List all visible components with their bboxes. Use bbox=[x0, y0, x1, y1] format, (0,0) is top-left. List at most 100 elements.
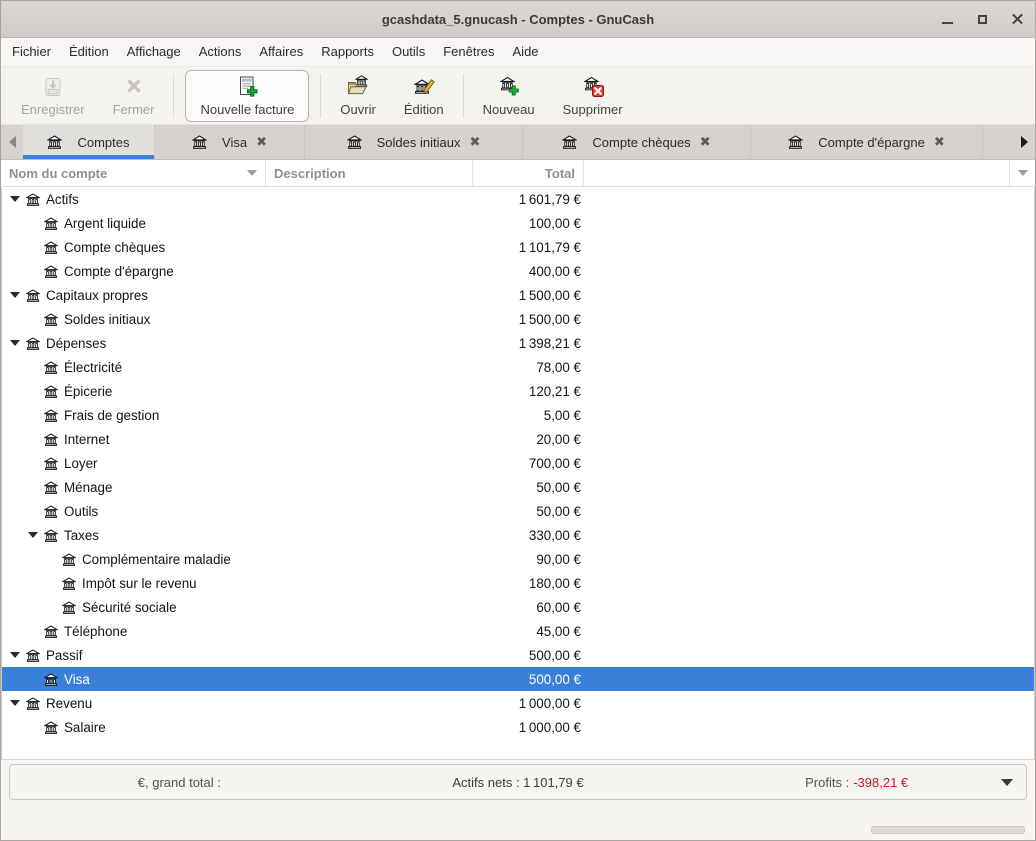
minimize-icon[interactable] bbox=[938, 10, 957, 29]
menu-fichier[interactable]: Fichier bbox=[3, 38, 60, 66]
tab-close-icon[interactable]: ✖ bbox=[469, 134, 480, 150]
titlebar[interactable]: gcashdata_5.gnucash - Comptes - GnuCash bbox=[1, 1, 1035, 38]
account-row[interactable]: Sécurité sociale60,00 € bbox=[2, 595, 1034, 619]
menu-affichage[interactable]: Affichage bbox=[118, 38, 190, 66]
tab-scroll-left[interactable] bbox=[1, 125, 23, 159]
gnucash-window: gcashdata_5.gnucash - Comptes - GnuCash … bbox=[0, 0, 1036, 841]
new-account-button[interactable]: Nouveau bbox=[469, 71, 549, 121]
account-row[interactable]: Argent liquide100,00 € bbox=[2, 211, 1034, 235]
menu-actions[interactable]: Actions bbox=[190, 38, 251, 66]
summary-bar[interactable]: €, grand total : Actifs nets : 1 101,79 … bbox=[9, 764, 1027, 800]
bank-icon bbox=[26, 289, 40, 302]
expander-icon[interactable] bbox=[10, 700, 20, 706]
menu-fenetres[interactable]: Fenêtres bbox=[434, 38, 503, 66]
account-row[interactable]: Électricité78,00 € bbox=[2, 355, 1034, 379]
account-row[interactable]: Outils50,00 € bbox=[2, 499, 1034, 523]
save-icon bbox=[41, 75, 65, 99]
menu-rapports[interactable]: Rapports bbox=[312, 38, 383, 66]
expander-icon[interactable] bbox=[28, 532, 38, 538]
tab-soldes-initiaux[interactable]: Soldes initiaux ✖ bbox=[305, 125, 523, 159]
open-account-button[interactable]: Ouvrir bbox=[326, 71, 389, 121]
menu-outils[interactable]: Outils bbox=[383, 38, 434, 66]
account-row[interactable]: Capitaux propres1 500,00 € bbox=[2, 283, 1034, 307]
expander-icon[interactable] bbox=[10, 340, 20, 346]
tab-scroll-right[interactable] bbox=[1013, 125, 1035, 159]
account-name: Visa bbox=[64, 672, 90, 687]
chevron-down-icon[interactable] bbox=[1001, 779, 1013, 786]
toolbar-button-label: Édition bbox=[404, 102, 444, 117]
tab-compte-epargne[interactable]: Compte d'épargne ✖ bbox=[751, 125, 983, 159]
bank-icon bbox=[788, 135, 803, 149]
account-row[interactable]: Actifs1 601,79 € bbox=[2, 187, 1034, 211]
bank-icon bbox=[44, 433, 58, 446]
account-row[interactable]: Compte d'épargne400,00 € bbox=[2, 259, 1034, 283]
column-header-filler bbox=[584, 160, 1009, 186]
bank-icon bbox=[347, 135, 362, 149]
account-row[interactable]: Compte chèques1 101,79 € bbox=[2, 235, 1034, 259]
account-total: 20,00 € bbox=[536, 432, 581, 447]
bank-icon bbox=[44, 625, 58, 638]
account-row[interactable]: Téléphone45,00 € bbox=[2, 619, 1034, 643]
tab-close-icon[interactable]: ✖ bbox=[700, 134, 711, 150]
tab-visa[interactable]: Visa ✖ bbox=[155, 125, 305, 159]
account-name: Taxes bbox=[64, 528, 99, 543]
tab-comptes[interactable]: Comptes bbox=[23, 125, 155, 159]
edit-account-button[interactable]: Édition bbox=[390, 71, 458, 121]
bank-icon bbox=[44, 529, 58, 542]
account-row[interactable]: Dépenses1 398,21 € bbox=[2, 331, 1034, 355]
account-row[interactable]: Taxes330,00 € bbox=[2, 523, 1034, 547]
account-name: Soldes initiaux bbox=[64, 312, 150, 327]
tab-close-icon[interactable]: ✖ bbox=[256, 134, 267, 150]
menu-edition[interactable]: Édition bbox=[60, 38, 118, 66]
bank-icon bbox=[44, 673, 58, 686]
profits-label: Profits : bbox=[805, 775, 849, 790]
account-row[interactable]: Soldes initiaux1 500,00 € bbox=[2, 307, 1034, 331]
account-row[interactable]: Revenu1 000,00 € bbox=[2, 691, 1034, 715]
menu-affaires[interactable]: Affaires bbox=[250, 38, 312, 66]
delete-account-button[interactable]: Supprimer bbox=[549, 71, 637, 121]
account-total: 100,00 € bbox=[529, 216, 581, 231]
account-row[interactable]: Impôt sur le revenu180,00 € bbox=[2, 571, 1034, 595]
account-name: Salaire bbox=[64, 720, 106, 735]
maximize-icon[interactable] bbox=[973, 10, 992, 29]
account-total: 1 601,79 € bbox=[519, 192, 581, 207]
account-row[interactable]: Loyer700,00 € bbox=[2, 451, 1034, 475]
account-row[interactable]: Internet20,00 € bbox=[2, 427, 1034, 451]
account-row[interactable]: Passif500,00 € bbox=[2, 643, 1034, 667]
account-name: Électricité bbox=[64, 360, 122, 375]
close-icon[interactable] bbox=[1008, 10, 1027, 29]
close-tab-button[interactable]: Fermer bbox=[99, 71, 169, 121]
new-invoice-button[interactable]: Nouvelle facture bbox=[185, 70, 309, 122]
bank-icon bbox=[26, 697, 40, 710]
bank-icon bbox=[44, 481, 58, 494]
account-row[interactable]: Complémentaire maladie90,00 € bbox=[2, 547, 1034, 571]
menu-aide[interactable]: Aide bbox=[504, 38, 548, 66]
profits-value: Profits :-398,21 € bbox=[687, 775, 1026, 790]
column-header-name[interactable]: Nom du compte bbox=[1, 160, 266, 186]
save-button[interactable]: Enregistrer bbox=[7, 71, 99, 121]
account-row[interactable]: Ménage50,00 € bbox=[2, 475, 1034, 499]
column-label: Description bbox=[274, 166, 346, 181]
tab-compte-cheques[interactable]: Compte chèques ✖ bbox=[523, 125, 751, 159]
column-header-description[interactable]: Description bbox=[266, 160, 473, 186]
account-row[interactable]: Frais de gestion5,00 € bbox=[2, 403, 1034, 427]
delete-account-icon bbox=[581, 75, 605, 99]
toolbar-button-label: Enregistrer bbox=[21, 102, 85, 117]
tab-close-icon[interactable]: ✖ bbox=[934, 134, 945, 150]
account-row[interactable]: Épicerie120,21 € bbox=[2, 379, 1034, 403]
account-name: Dépenses bbox=[46, 336, 106, 351]
column-header-total[interactable]: Total bbox=[473, 160, 584, 186]
column-selector-button[interactable] bbox=[1009, 160, 1035, 186]
account-total: 1 500,00 € bbox=[519, 288, 581, 303]
expander-icon[interactable] bbox=[10, 196, 20, 202]
bank-icon bbox=[192, 135, 207, 149]
account-total: 1 101,79 € bbox=[519, 240, 581, 255]
account-row[interactable]: Salaire1 000,00 € bbox=[2, 715, 1034, 739]
account-row-selected[interactable]: Visa500,00 € bbox=[2, 667, 1034, 691]
expander-icon[interactable] bbox=[10, 652, 20, 658]
account-total: 90,00 € bbox=[536, 552, 581, 567]
expander-icon[interactable] bbox=[10, 292, 20, 298]
bank-icon bbox=[26, 337, 40, 350]
account-total: 500,00 € bbox=[529, 648, 581, 663]
account-name: Frais de gestion bbox=[64, 408, 159, 423]
